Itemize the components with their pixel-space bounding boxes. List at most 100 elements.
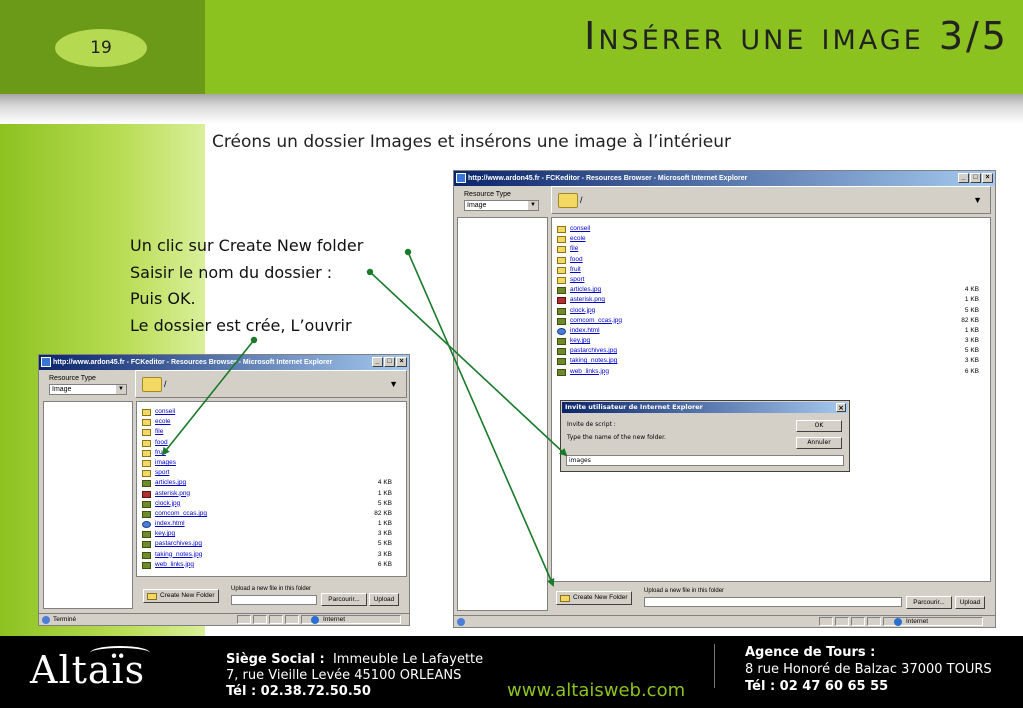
folder-row[interactable]: sport [557, 275, 979, 285]
path-bar: / ▼ [135, 370, 407, 398]
folder-name-input[interactable]: images [566, 455, 844, 466]
file-name-link[interactable]: key.jpg [155, 529, 175, 539]
file-name-link[interactable]: clock.jpg [570, 306, 595, 316]
upload-file-input[interactable] [644, 597, 902, 607]
file-name-link[interactable]: articles.jpg [155, 478, 186, 488]
close-icon[interactable]: × [836, 403, 846, 412]
browse-button[interactable]: Parcourir... [906, 596, 952, 609]
file-name-link[interactable]: taking_notes.jpg [570, 356, 617, 366]
maximize-button[interactable]: □ [970, 173, 981, 183]
folder-row[interactable]: ecole [142, 417, 392, 427]
file-row[interactable]: pastarchives.jpg 5 KB [557, 346, 979, 356]
file-name-link[interactable]: asterisk.png [570, 295, 605, 305]
close-button[interactable]: × [982, 173, 993, 183]
file-row[interactable]: web_links.jpg 6 KB [142, 560, 392, 570]
file-name-link[interactable]: conseil [570, 224, 590, 234]
upload-file-input[interactable] [231, 595, 317, 605]
file-row[interactable]: index.html 1 KB [557, 326, 979, 336]
file-name-link[interactable]: fruit [155, 448, 166, 458]
file-name-link[interactable]: pastarchives.jpg [155, 539, 202, 549]
file-row[interactable]: asterisk.png 1 KB [557, 295, 979, 305]
file-name-link[interactable]: food [155, 438, 168, 448]
file-name-link[interactable]: asterisk.png [155, 489, 190, 499]
file-row[interactable]: key.jpg 3 KB [557, 336, 979, 346]
create-new-folder-button[interactable]: Create New Folder [143, 589, 219, 603]
resource-type-value: Image [467, 202, 487, 209]
folder-icon [142, 459, 151, 467]
folder-row[interactable]: conseil [142, 407, 392, 417]
file-name-link[interactable]: ecole [155, 417, 171, 427]
file-name-link[interactable]: index.html [570, 326, 600, 336]
file-row[interactable]: taking_notes.jpg 3 KB [142, 550, 392, 560]
file-name-link[interactable]: fruit [570, 265, 581, 275]
file-name-link[interactable]: pastarchives.jpg [570, 346, 617, 356]
folder-row[interactable]: images [142, 458, 392, 468]
folder-icon [560, 595, 570, 602]
file-name-link[interactable]: sport [570, 275, 584, 285]
file-name-link[interactable]: taking_notes.jpg [155, 550, 202, 560]
file-name-link[interactable]: articles.jpg [570, 285, 601, 295]
folder-row[interactable]: file [557, 244, 979, 254]
folder-row[interactable]: ecole [557, 234, 979, 244]
file-name-link[interactable]: comcom_ccas.jpg [570, 316, 622, 326]
file-row[interactable]: comcom_ccas.jpg 82 KB [557, 316, 979, 326]
file-size: 1 KB [964, 326, 979, 334]
image-file-icon [142, 551, 151, 559]
website-link[interactable]: www.altaisweb.com [507, 680, 685, 701]
upload-label: Upload a new file in this folder [644, 588, 725, 594]
file-name-link[interactable]: file [570, 244, 578, 254]
folder-row[interactable]: fruit [557, 265, 979, 275]
upload-button[interactable]: Upload [955, 596, 985, 609]
browse-button[interactable]: Parcourir... [321, 593, 367, 606]
file-row[interactable]: clock.jpg 5 KB [142, 499, 392, 509]
folder-icon [142, 419, 151, 427]
file-name-link[interactable]: clock.jpg [155, 499, 180, 509]
image-file-icon [142, 541, 151, 549]
file-row[interactable]: pastarchives.jpg 5 KB [142, 539, 392, 549]
file-row[interactable]: articles.jpg 4 KB [557, 285, 979, 295]
file-name-link[interactable]: sport [155, 468, 169, 478]
folder-row[interactable]: sport [142, 468, 392, 478]
file-row[interactable]: taking_notes.jpg 3 KB [557, 356, 979, 366]
minimize-button[interactable]: _ [958, 173, 969, 183]
chevron-down-icon[interactable]: ▼ [973, 195, 982, 205]
folder-row[interactable]: food [142, 438, 392, 448]
maximize-button[interactable]: □ [384, 357, 395, 367]
file-row[interactable]: articles.jpg 4 KB [142, 478, 392, 488]
resource-type-select[interactable]: Image ▼ [49, 384, 127, 395]
file-size: 3 KB [377, 530, 392, 538]
file-name-link[interactable]: comcom_ccas.jpg [155, 509, 207, 519]
chevron-down-icon[interactable]: ▼ [389, 379, 398, 389]
file-name-link[interactable]: ecole [570, 234, 586, 244]
file-name-link[interactable]: index.html [155, 519, 185, 529]
file-name-link[interactable]: web_links.jpg [155, 560, 194, 570]
file-row[interactable]: clock.jpg 5 KB [557, 306, 979, 316]
file-name-link[interactable]: conseil [155, 407, 175, 417]
create-new-folder-button[interactable]: Create New Folder [556, 591, 632, 605]
upload-button[interactable]: Upload [369, 593, 399, 606]
file-name-link[interactable]: food [570, 255, 583, 265]
close-button[interactable]: × [396, 357, 407, 367]
file-row[interactable]: key.jpg 3 KB [142, 529, 392, 539]
folder-row[interactable]: food [557, 255, 979, 265]
folder-row[interactable]: conseil [557, 224, 979, 234]
minimize-button[interactable]: _ [372, 357, 383, 367]
file-size: 4 KB [377, 479, 392, 487]
ok-button[interactable]: OK [796, 420, 842, 432]
file-name-link[interactable]: images [155, 458, 176, 468]
folder-row[interactable]: fruit [142, 448, 392, 458]
file-row[interactable]: asterisk.png 1 KB [142, 489, 392, 499]
file-name-link[interactable]: web_links.jpg [570, 367, 609, 377]
resource-type-select[interactable]: Image ▼ [464, 200, 539, 211]
logo-swoosh [90, 646, 150, 660]
file-name-link[interactable]: key.jpg [570, 336, 590, 346]
siege-label: Siège Social : [226, 652, 325, 667]
file-row[interactable]: index.html 1 KB [142, 519, 392, 529]
cancel-button[interactable]: Annuler [796, 437, 842, 449]
file-name-link[interactable]: file [155, 427, 163, 437]
folder-row[interactable]: file [142, 427, 392, 437]
file-size: 3 KB [964, 337, 979, 345]
file-row[interactable]: comcom_ccas.jpg 82 KB [142, 509, 392, 519]
chevron-down-icon: ▼ [528, 201, 538, 210]
file-row[interactable]: web_links.jpg 6 KB [557, 367, 979, 377]
